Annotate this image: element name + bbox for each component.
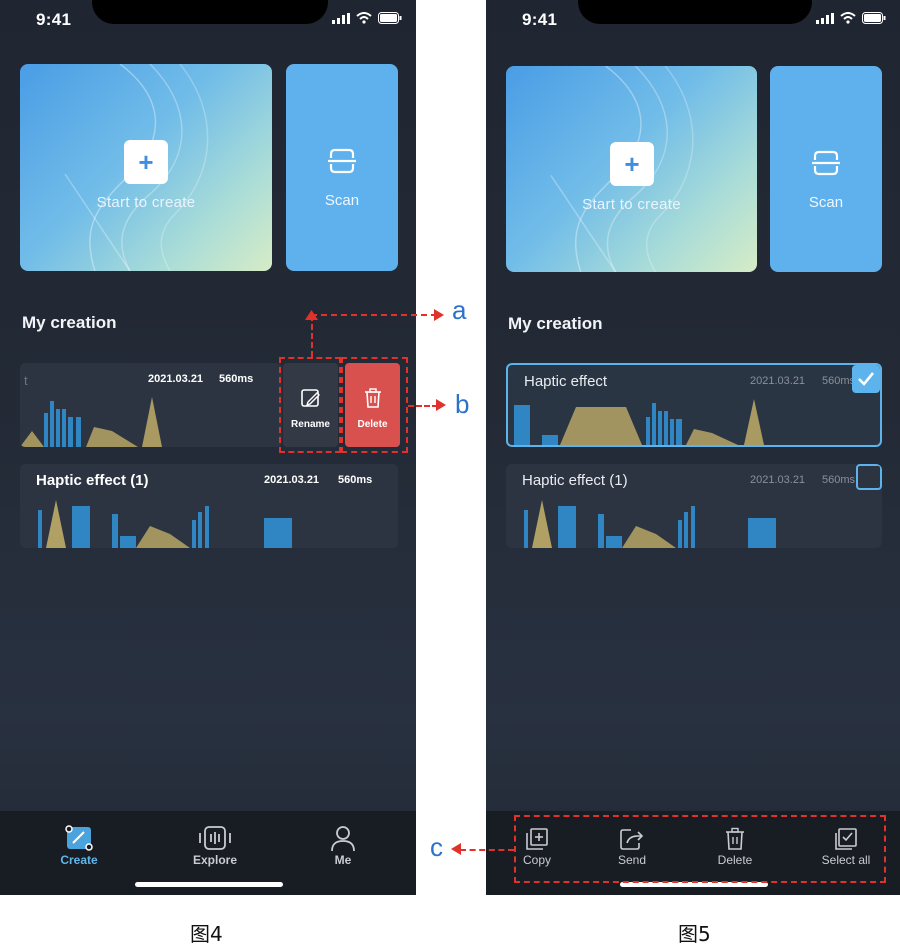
- waveform: [514, 399, 764, 445]
- item-title: Haptic effect (1): [522, 472, 628, 489]
- annotation-line-c: [460, 849, 514, 851]
- list-item[interactable]: Haptic effect (1) 2021.03.21 560ms: [20, 464, 398, 548]
- tab-explore-label: Explore: [192, 853, 237, 867]
- waveform: [20, 397, 162, 447]
- plus-icon[interactable]: +: [124, 140, 168, 184]
- checkbox-unchecked[interactable]: [856, 464, 882, 490]
- phone-screen-5: 9:41 + Start to create Scan My creation …: [486, 0, 900, 895]
- tab-create-label: Create: [60, 853, 98, 867]
- status-time: 9:41: [522, 10, 558, 29]
- annotation-line-a: [311, 314, 437, 316]
- arrow-right-icon: [436, 399, 446, 411]
- battery-icon: [378, 12, 402, 24]
- person-icon: [331, 826, 355, 852]
- list-item[interactable]: t 2021.03.21 560ms: [20, 363, 282, 447]
- check-icon: [858, 372, 875, 386]
- scan-card[interactable]: Scan: [286, 64, 398, 271]
- section-title: My creation: [508, 314, 603, 333]
- battery-icon: [862, 12, 886, 24]
- start-to-create-label: Start to create: [582, 196, 681, 213]
- arrow-left-icon: [451, 843, 461, 855]
- home-indicator: [135, 882, 283, 887]
- item-title: t: [24, 373, 28, 388]
- item-duration: 560ms: [219, 373, 254, 385]
- tab-me[interactable]: Me: [303, 823, 383, 867]
- item-date: 2021.03.21: [264, 474, 320, 486]
- annotation-line-a-vertical: [311, 315, 313, 357]
- scan-label: Scan: [324, 192, 360, 209]
- signal-icon: [332, 12, 350, 24]
- signal-icon: [816, 12, 834, 24]
- notch: [578, 0, 812, 24]
- status-bar: 9:41: [0, 0, 416, 40]
- tab-create[interactable]: Create: [39, 823, 119, 867]
- scan-icon: [812, 150, 840, 176]
- list-item[interactable]: Haptic effect (1) 2021.03.21 560ms: [506, 464, 882, 548]
- status-bar: 9:41: [486, 0, 900, 40]
- arrow-right-icon: [434, 309, 444, 321]
- item-duration: 560ms: [822, 375, 856, 387]
- annotation-box-rename: [279, 357, 341, 453]
- item-date: 2021.03.21: [750, 375, 806, 387]
- checkbox-checked[interactable]: [852, 365, 880, 393]
- wifi-icon: [356, 12, 372, 24]
- scan-icon: [328, 148, 356, 174]
- annotation-box-delete: [341, 357, 408, 453]
- arrow-up-icon: [305, 310, 318, 320]
- start-to-create-card[interactable]: + Start to create: [506, 66, 757, 272]
- waveform: [38, 500, 292, 548]
- plus-icon[interactable]: +: [610, 142, 654, 186]
- annotation-box-actions: [514, 815, 886, 883]
- tab-explore[interactable]: Explore: [175, 823, 255, 867]
- item-duration: 560ms: [338, 474, 373, 486]
- tab-me-label: Me: [334, 853, 352, 867]
- status-icons: [816, 12, 886, 24]
- status-time: 9:41: [36, 10, 72, 29]
- annotation-line-b: [408, 405, 438, 407]
- start-to-create-label: Start to create: [96, 194, 196, 211]
- item-duration: 560ms: [822, 474, 856, 486]
- list-item-selected[interactable]: Haptic effect 2021.03.21 560ms: [506, 363, 882, 447]
- item-title: Haptic effect (1): [36, 472, 149, 489]
- explore-icon: [199, 826, 231, 850]
- annotation-label-c: c: [430, 832, 443, 862]
- section-title: My creation: [22, 313, 117, 332]
- annotation-label-b: b: [455, 389, 470, 419]
- scan-card[interactable]: Scan: [770, 66, 882, 272]
- status-icons: [332, 12, 402, 24]
- wifi-icon: [840, 12, 856, 24]
- notch: [92, 0, 328, 24]
- start-to-create-card[interactable]: + Start to create: [20, 64, 272, 271]
- annotation-label-a: a: [452, 295, 467, 325]
- scan-label: Scan: [808, 194, 844, 211]
- item-date: 2021.03.21: [750, 474, 806, 486]
- create-icon: [65, 825, 93, 851]
- item-date: 2021.03.21: [148, 373, 204, 385]
- waveform: [524, 500, 776, 548]
- tab-bar: Create Explore Me: [0, 811, 416, 895]
- item-title: Haptic effect: [524, 373, 608, 390]
